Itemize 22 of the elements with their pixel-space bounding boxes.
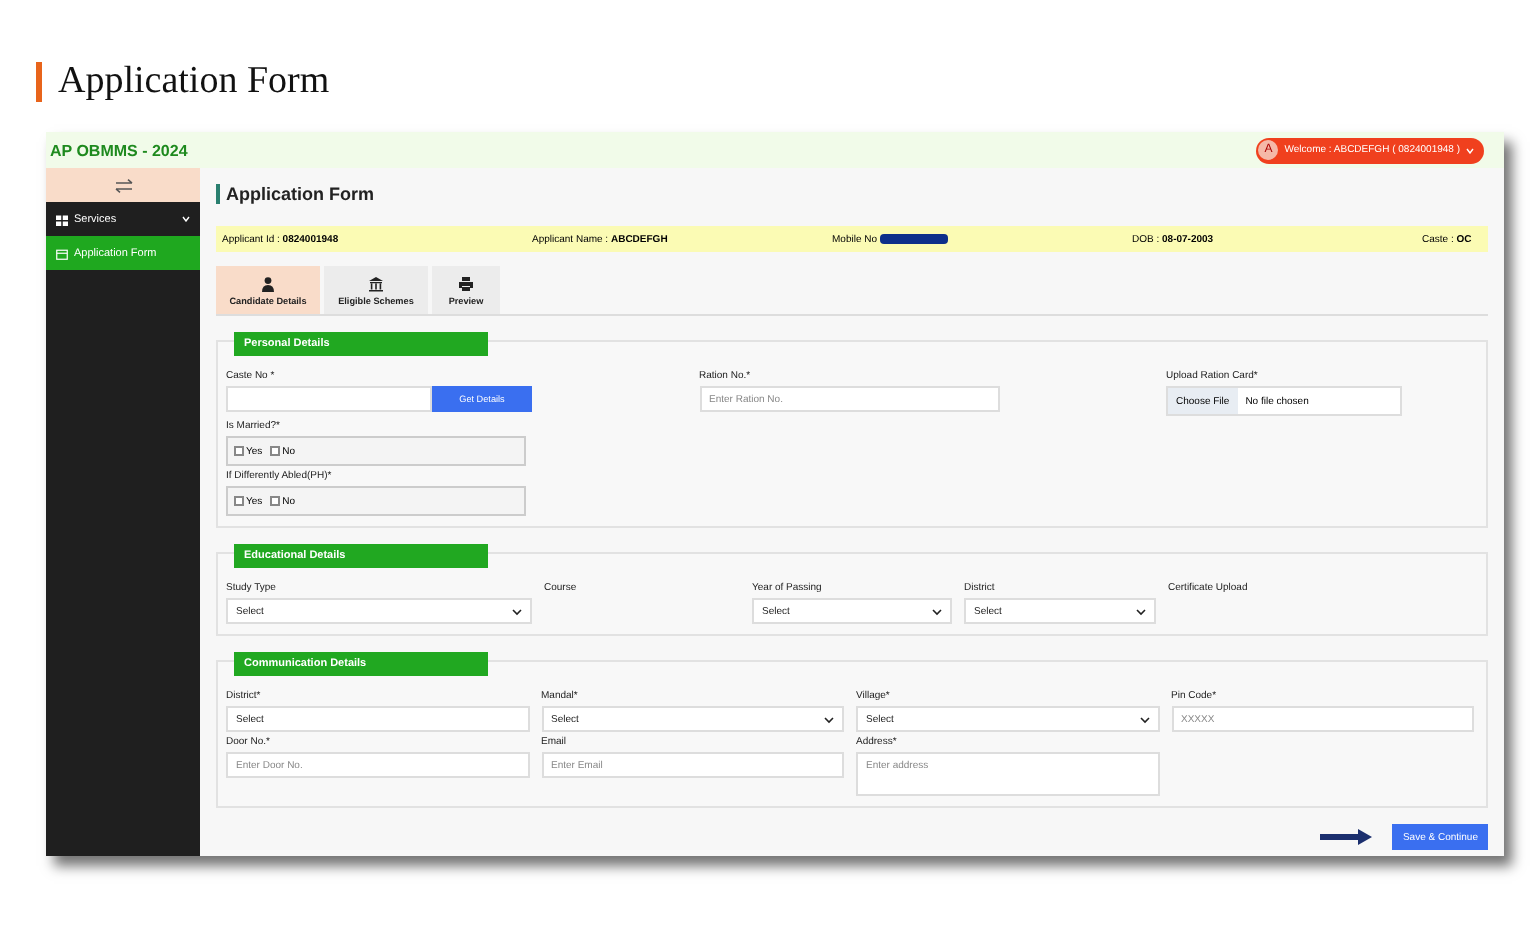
checkbox[interactable] xyxy=(270,496,281,506)
calendar-icon xyxy=(56,247,68,259)
page-title: Application Form xyxy=(216,184,1488,204)
chevron-icon xyxy=(1139,715,1149,723)
chevron-icon xyxy=(182,216,190,222)
bank-icon xyxy=(368,275,384,291)
chevron-icon xyxy=(1136,607,1146,615)
slide-title: Application Form xyxy=(58,60,330,104)
arrow-icon xyxy=(1320,828,1373,846)
brand-title: AP OBMMS - 2024 xyxy=(50,141,188,159)
swap-icon[interactable] xyxy=(113,177,133,193)
checkbox[interactable] xyxy=(270,446,281,456)
printer-icon xyxy=(458,275,474,291)
checkbox[interactable] xyxy=(234,496,244,506)
grid-icon xyxy=(56,213,68,225)
input-field[interactable] xyxy=(226,386,432,412)
checkbox[interactable] xyxy=(234,446,244,456)
chevron-icon xyxy=(824,715,834,723)
chevron-icon xyxy=(512,607,522,615)
chevron-icon xyxy=(932,607,942,615)
caret-icon xyxy=(1466,147,1474,153)
user-icon xyxy=(260,275,276,291)
